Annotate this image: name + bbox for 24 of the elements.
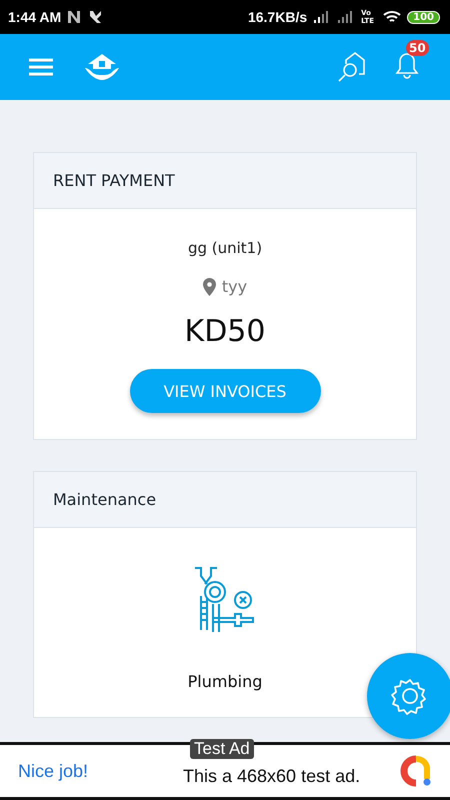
network-speed: 16.7KB/s [248,9,308,25]
menu-icon[interactable] [28,57,54,77]
status-time: 1:44 AM [8,9,62,25]
notification-badge: 50 [406,40,429,56]
notification-icon [89,10,104,24]
test-ad-badge: Test Ad [190,739,254,759]
house-search-icon[interactable] [338,52,366,82]
location-text: tyy [222,277,248,296]
battery-indicator: 100 [407,10,440,24]
unit-name: gg (unit1) [188,239,262,257]
settings-button[interactable] [367,653,450,739]
settings-icon [391,677,429,715]
ad-text: This a 468x60 test ad. [183,766,362,786]
location-pin-icon [202,278,216,296]
ad-headline: Nice job! [18,760,90,782]
card-title: Maintenance [53,490,156,509]
maintenance-category: Plumbing [188,672,262,691]
ad-logo-icon [400,755,432,787]
rent-amount: KD50 [184,314,266,349]
ad-banner[interactable]: Test Ad Nice job! This a 468x60 test ad. [0,742,450,800]
plumbing-tools-icon [193,566,257,632]
house-hands-logo[interactable] [82,52,122,82]
wifi-icon [383,10,402,24]
card-title: RENT PAYMENT [53,171,175,190]
